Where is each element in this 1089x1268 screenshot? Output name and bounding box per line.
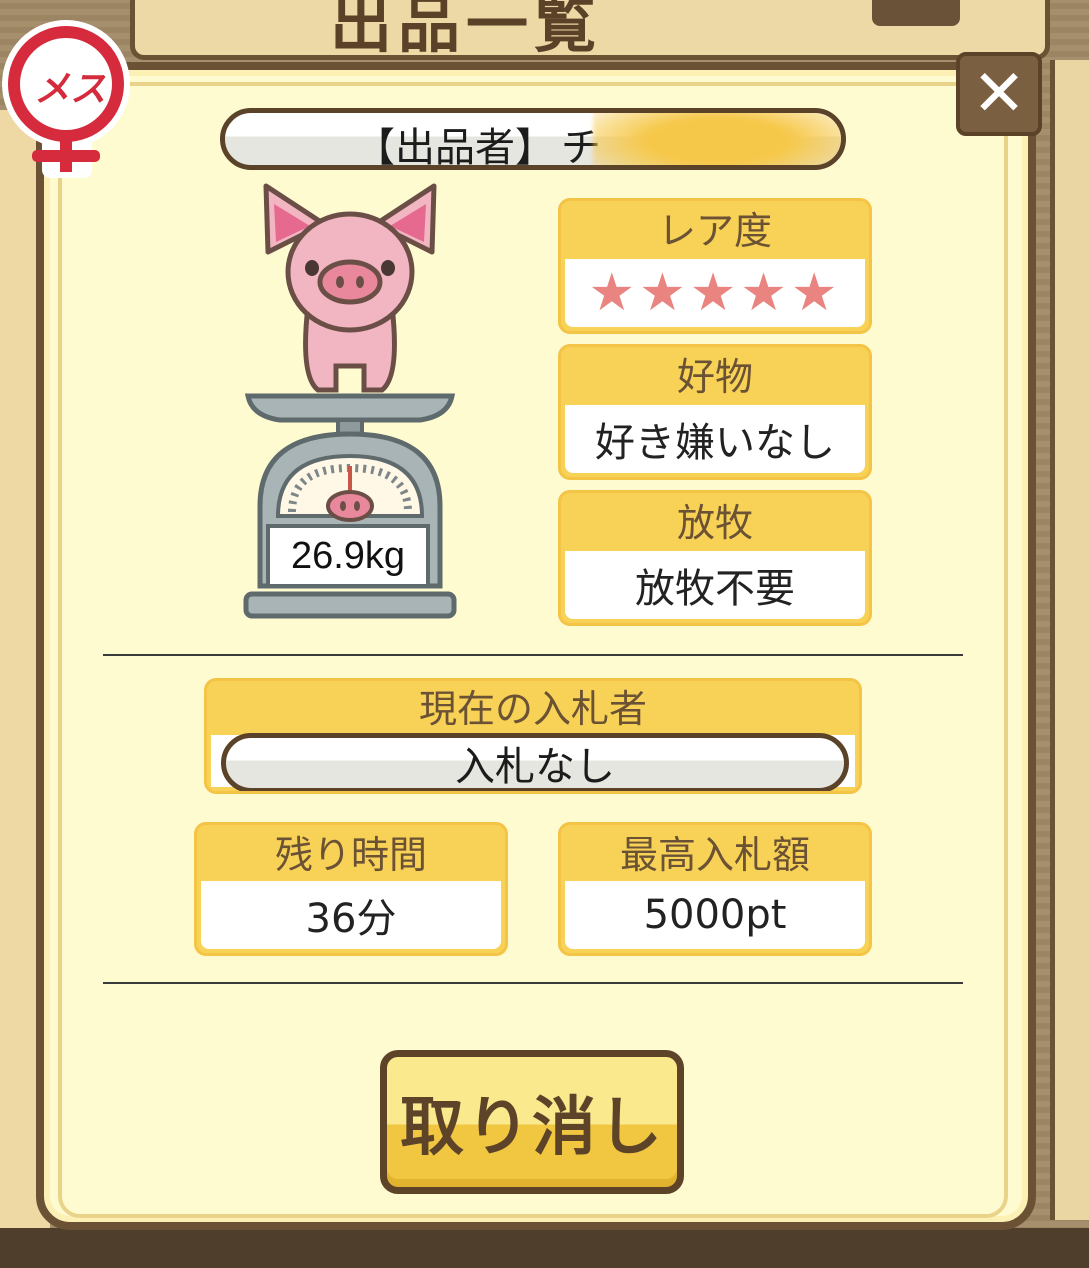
background-right-panel	[1050, 60, 1089, 1220]
highest-bid-title: 最高入札額	[619, 833, 810, 877]
rarity-title: レア度	[657, 209, 772, 253]
rarity-stars: ★★★★★	[588, 263, 842, 323]
current-bidder-value: 入札なし	[221, 733, 849, 791]
highest-bid-value: 5000pt	[565, 881, 865, 949]
female-label: メス	[33, 69, 106, 110]
grazing-value: 放牧不要	[565, 551, 865, 619]
remaining-time-title: 残り時間	[274, 833, 427, 877]
close-icon: ✕	[972, 57, 1026, 131]
divider-top	[103, 654, 963, 656]
close-button[interactable]: ✕	[956, 52, 1042, 136]
highest-bid-card: 最高入札額 5000pt	[558, 822, 872, 956]
rarity-card: レア度 ★★★★★	[558, 198, 872, 334]
favorite-food-title: 好物	[676, 355, 753, 399]
seller-label: 【出品者】	[355, 125, 555, 170]
grazing-card: 放牧 放牧不要	[558, 490, 872, 626]
favorite-food-value: 好き嫌いなし	[565, 405, 865, 473]
weight-display: 26.9kg	[266, 524, 430, 588]
divider-bottom	[103, 982, 963, 984]
grazing-title: 放牧	[676, 501, 753, 545]
remaining-time-value: 36分	[201, 881, 501, 949]
background-title: 出品一覧	[330, 0, 603, 61]
background-bottom-strip	[0, 1228, 1089, 1268]
cancel-listing-button[interactable]: 取り消し	[380, 1050, 684, 1194]
female-gender-badge: メス	[2, 14, 136, 178]
seller-name-redaction	[593, 113, 841, 165]
favorite-food-card: 好物 好き嫌いなし	[558, 344, 872, 480]
current-bidder-title: 現在の入札者	[418, 687, 647, 731]
current-bidder-card: 現在の入札者 入札なし	[204, 678, 862, 794]
cancel-listing-label: 取り消し	[400, 1091, 664, 1165]
background-header-button	[872, 0, 960, 26]
seller-pill: 【出品者】 チ	[220, 108, 846, 170]
remaining-time-card: 残り時間 36分	[194, 822, 508, 956]
